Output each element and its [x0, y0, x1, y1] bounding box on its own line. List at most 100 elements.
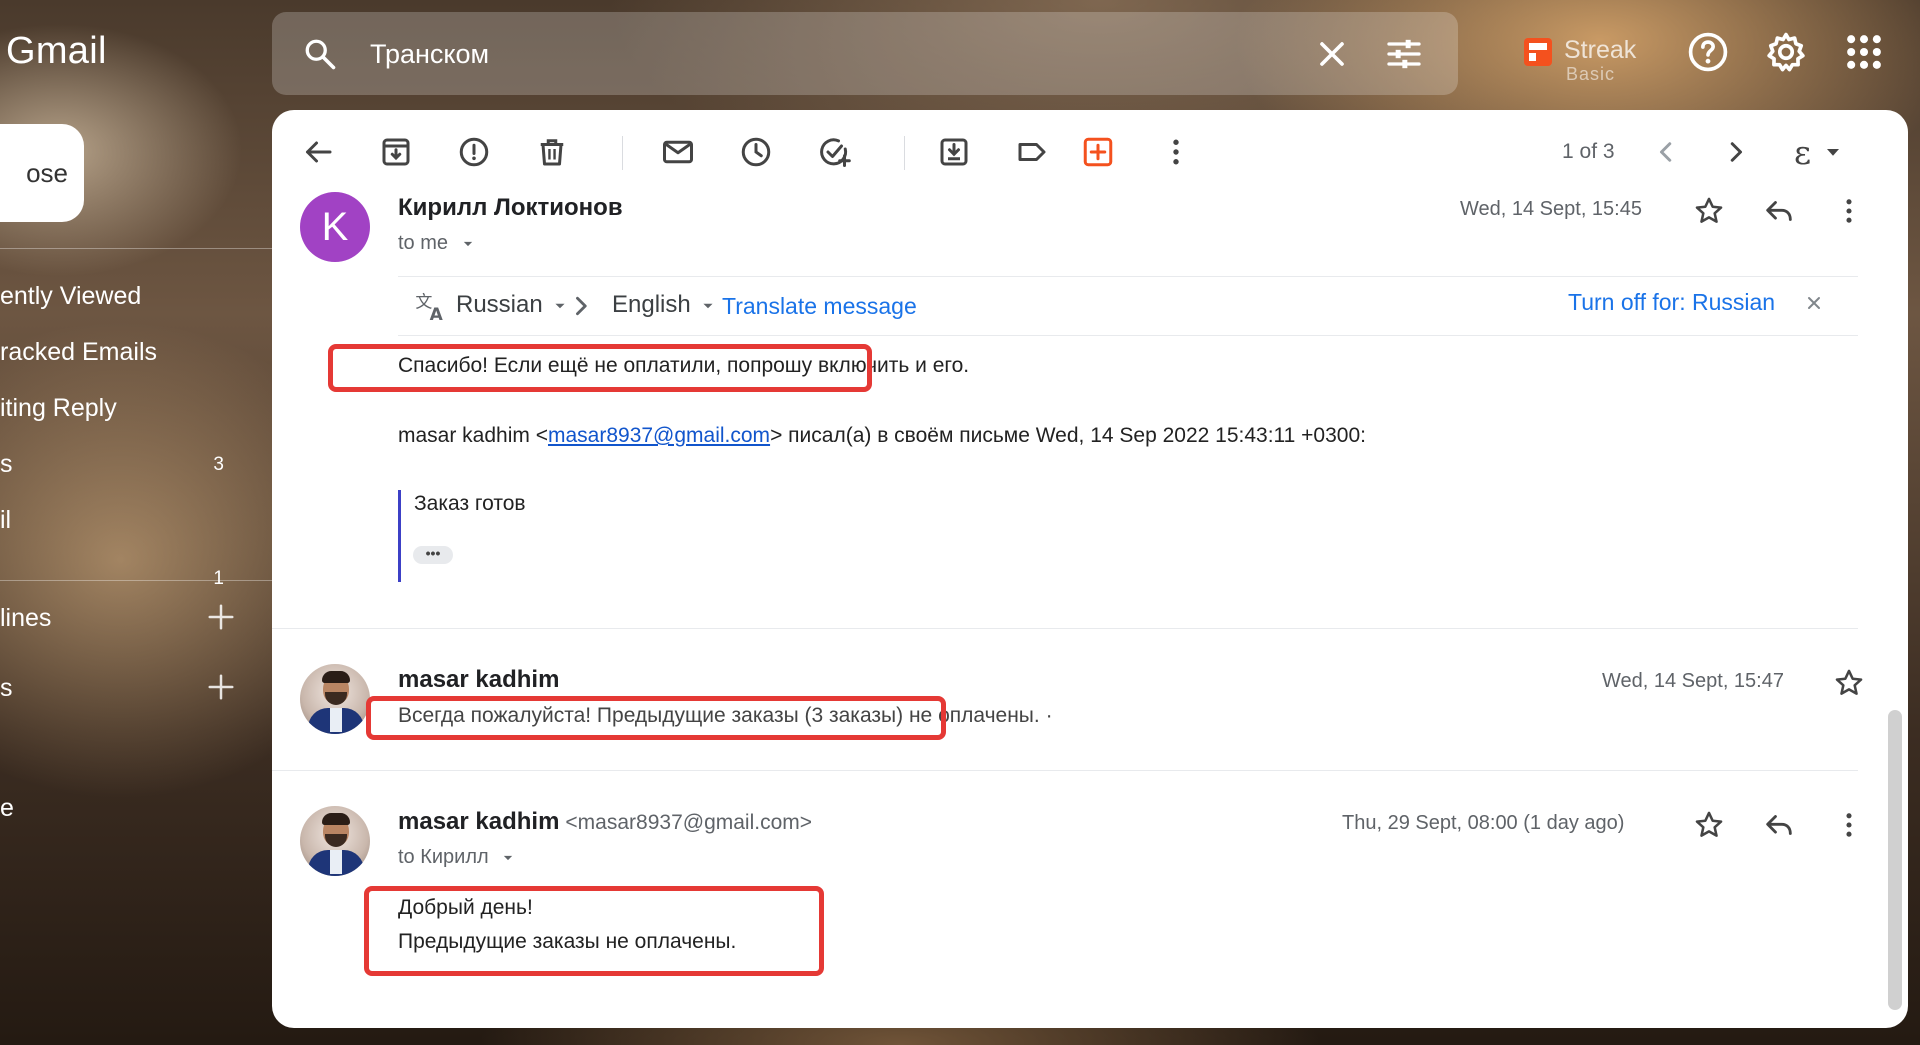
- compose-button[interactable]: ose: [0, 124, 84, 222]
- sidebar-item-4[interactable]: s 3: [0, 444, 260, 484]
- message-divider: [272, 770, 1858, 771]
- translate-icon: 文A: [414, 289, 448, 325]
- highlight-box: [364, 886, 824, 976]
- sidebar-item-9[interactable]: e: [0, 788, 260, 828]
- sidebar-item-label: racked Emails: [0, 338, 157, 366]
- sidebar-item-awaiting-reply[interactable]: iting Reply: [0, 388, 260, 428]
- turn-off-translation-link[interactable]: Turn off for: Russian: [1568, 289, 1775, 316]
- target-language-dropdown[interactable]: English: [612, 291, 719, 319]
- gmail-logo[interactable]: Gmail: [6, 30, 107, 73]
- quote-header: masar kadhim <masar8937@gmail.com> писал…: [398, 424, 1366, 448]
- show-trimmed-content-button[interactable]: •••: [413, 546, 453, 564]
- sidebar-item-6[interactable]: 1: [0, 558, 260, 598]
- sidebar-item-recently-viewed[interactable]: ently Viewed: [0, 276, 260, 316]
- more-options-icon[interactable]: [1158, 134, 1194, 170]
- star-icon[interactable]: [1832, 666, 1866, 700]
- recipient-dropdown[interactable]: to me: [398, 232, 478, 255]
- message-divider: [272, 628, 1858, 629]
- sidebar-item-label: iting Reply: [0, 394, 117, 422]
- sidebar-item-5[interactable]: il: [0, 500, 260, 540]
- sender-display-name: masar kadhim: [398, 808, 560, 835]
- sidebar-divider: [0, 248, 272, 249]
- label-tag-icon[interactable]: [1014, 134, 1050, 170]
- sidebar-item-label: ently Viewed: [0, 282, 142, 310]
- quote-header-suffix: > писал(а) в своём письме Wed, 14 Sep 20…: [770, 424, 1366, 447]
- add-label-plus-icon[interactable]: [206, 672, 236, 702]
- sidebar-item-label: s: [0, 674, 13, 702]
- star-icon[interactable]: [1692, 194, 1726, 228]
- chevron-right-icon: [564, 289, 598, 323]
- back-arrow-icon[interactable]: [300, 134, 336, 170]
- message-date[interactable]: Thu, 29 Sept, 08:00 (1 day ago): [1342, 812, 1624, 835]
- search-input[interactable]: [370, 34, 1270, 74]
- input-tools-icon[interactable]: ε: [1788, 133, 1848, 172]
- toolbar-divider: [622, 136, 623, 170]
- message-date[interactable]: Wed, 14 Sept, 15:47: [1602, 670, 1784, 693]
- message-date[interactable]: Wed, 14 Sept, 15:45: [1460, 198, 1642, 221]
- snooze-clock-icon[interactable]: [738, 134, 774, 170]
- toolbar-divider: [904, 136, 905, 170]
- settings-gear-icon[interactable]: [1764, 30, 1808, 74]
- pagination-text: 1 of 3: [1562, 140, 1615, 163]
- highlight-box: [366, 696, 946, 740]
- close-icon[interactable]: [1312, 34, 1352, 74]
- sidebar-item-count: 3: [213, 454, 224, 475]
- avatar[interactable]: K: [300, 192, 370, 262]
- streak-logo-icon: [1524, 38, 1552, 66]
- caret-down-icon: [703, 303, 713, 309]
- move-to-icon[interactable]: [936, 134, 972, 170]
- add-pipeline-plus-icon[interactable]: [206, 602, 236, 632]
- search-bar[interactable]: [272, 12, 1458, 95]
- more-options-icon[interactable]: [1832, 808, 1866, 842]
- sender-name[interactable]: Кирилл Локтионов: [398, 194, 623, 222]
- source-language: Russian: [456, 291, 543, 318]
- recipient-dropdown[interactable]: to Кирилл: [398, 846, 518, 869]
- more-options-icon[interactable]: [1832, 194, 1866, 228]
- avatar[interactable]: [300, 664, 370, 734]
- reply-icon[interactable]: [1762, 194, 1796, 228]
- archive-icon[interactable]: [378, 134, 414, 170]
- delete-trash-icon[interactable]: [534, 134, 570, 170]
- close-icon[interactable]: [1802, 291, 1826, 315]
- highlight-box: [328, 344, 872, 392]
- chevron-right-icon[interactable]: [1718, 134, 1754, 170]
- message-view-card: 1 of 3 ε K Кирилл Локтионов to me Wed, 1…: [272, 110, 1908, 1028]
- search-icon[interactable]: [302, 36, 338, 72]
- sidebar-item-count: 1: [213, 568, 224, 589]
- add-to-tasks-icon[interactable]: [816, 134, 852, 170]
- compose-label: ose: [26, 158, 68, 188]
- caret-down-icon: [463, 241, 472, 247]
- recipient-text: to me: [398, 232, 449, 254]
- mark-unread-mail-icon[interactable]: [660, 134, 696, 170]
- avatar[interactable]: [300, 806, 370, 876]
- sidebar-item-label: s: [0, 450, 13, 478]
- svg-text:A: A: [430, 305, 444, 323]
- translate-bar: 文A Russian English Translate message Tur…: [398, 276, 1858, 336]
- sender-name[interactable]: masar kadhim: [398, 666, 559, 694]
- search-options-icon[interactable]: [1384, 34, 1424, 74]
- sender-name[interactable]: masar kadhim <masar8937@gmail.com>: [398, 808, 812, 836]
- translate-message-link[interactable]: Translate message: [722, 293, 917, 320]
- source-language-dropdown[interactable]: Russian: [456, 291, 571, 319]
- recipient-text: to Кирилл: [398, 846, 489, 868]
- quoted-text: Заказ готов: [414, 492, 526, 515]
- sidebar-item-label: e: [0, 794, 14, 822]
- apps-grid-icon[interactable]: [1842, 30, 1886, 74]
- sidebar-item-label: il: [0, 506, 12, 534]
- svg-text:ε: ε: [1794, 134, 1811, 170]
- sender-email: <masar8937@gmail.com>: [565, 811, 813, 834]
- report-spam-icon[interactable]: [456, 134, 492, 170]
- quote-email-link[interactable]: masar8937@gmail.com: [548, 424, 770, 447]
- sidebar-item-tracked-emails[interactable]: racked Emails: [0, 332, 260, 372]
- scrollbar[interactable]: [1888, 710, 1902, 1010]
- target-language: English: [612, 291, 691, 318]
- message-toolbar: 1 of 3 ε: [272, 110, 1908, 194]
- sidebar-item-label: lines: [0, 604, 52, 632]
- star-icon[interactable]: [1692, 808, 1726, 842]
- reply-icon[interactable]: [1762, 808, 1796, 842]
- help-icon[interactable]: [1686, 30, 1730, 74]
- chevron-left-icon[interactable]: [1648, 134, 1684, 170]
- streak-add-box-icon[interactable]: [1080, 134, 1116, 170]
- quote-header-prefix: masar kadhim <: [398, 424, 548, 447]
- caret-down-icon: [504, 855, 513, 861]
